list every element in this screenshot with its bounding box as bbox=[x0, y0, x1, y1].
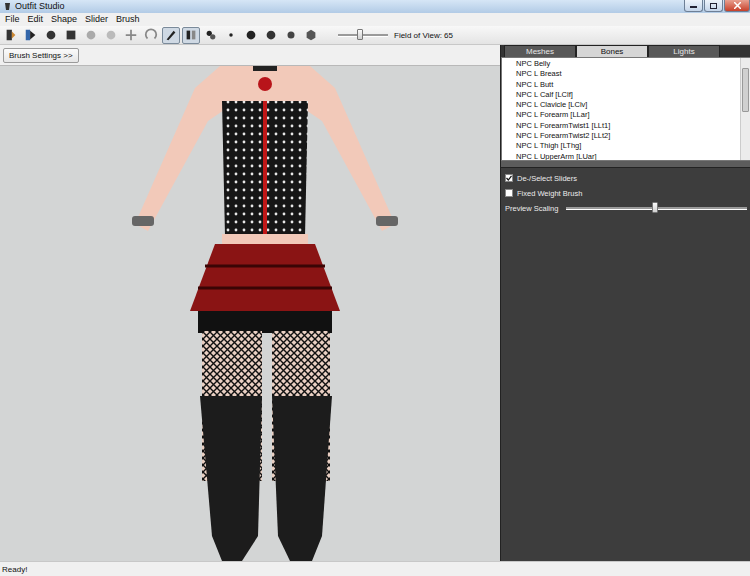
tool-button[interactable] bbox=[182, 27, 200, 44]
bone-item[interactable]: NPC L Thigh [LThg] bbox=[516, 141, 740, 151]
menu-item[interactable]: Shape bbox=[47, 13, 81, 26]
tool-button[interactable] bbox=[262, 27, 280, 44]
checkbox-label: Fixed Weight Brush bbox=[517, 189, 582, 198]
bone-item[interactable]: NPC L ForearmTwist1 [LLt1] bbox=[516, 121, 740, 131]
tool-button[interactable] bbox=[42, 27, 60, 44]
tool-button[interactable] bbox=[2, 27, 20, 44]
tool-button[interactable] bbox=[22, 27, 40, 44]
status-bar: Ready! bbox=[0, 561, 750, 576]
tool-icon bbox=[304, 28, 318, 42]
tool-button[interactable] bbox=[122, 27, 140, 44]
toolbar: Field of View: 65 bbox=[0, 26, 750, 45]
status-text: Ready! bbox=[2, 565, 27, 574]
tool-button[interactable] bbox=[202, 27, 220, 44]
preview-scaling-slider[interactable] bbox=[566, 207, 747, 210]
menu-bar: FileEditShapeSliderBrush bbox=[0, 13, 750, 26]
editor-area: Brush Settings >> bbox=[0, 45, 500, 561]
tab[interactable]: Meshes bbox=[504, 45, 576, 57]
slider-thumb[interactable] bbox=[652, 202, 658, 213]
menu-item[interactable]: Slider bbox=[81, 13, 112, 26]
menu-item[interactable]: Brush bbox=[112, 13, 144, 26]
tool-icon bbox=[84, 28, 98, 42]
slider-label: Preview Scaling bbox=[505, 204, 558, 213]
bone-item[interactable]: NPC L Breast bbox=[516, 69, 740, 79]
bone-item[interactable]: NPC L Butt bbox=[516, 80, 740, 90]
checkbox[interactable] bbox=[505, 189, 513, 197]
tool-icon bbox=[224, 28, 238, 42]
slider-row: Preview Scaling bbox=[505, 203, 747, 213]
minimize-button[interactable] bbox=[684, 0, 703, 12]
scrollbar[interactable] bbox=[740, 58, 750, 160]
minimize-icon bbox=[690, 3, 697, 8]
app-window: Outfit StudioFileEditShapeSliderBrush Fie… bbox=[0, 0, 750, 576]
tab[interactable]: Lights bbox=[648, 45, 720, 57]
tool-icon bbox=[44, 28, 58, 42]
tool-icon bbox=[64, 28, 78, 42]
splitter[interactable] bbox=[501, 161, 750, 168]
tool-button[interactable] bbox=[242, 27, 260, 44]
window-controls bbox=[684, 0, 750, 12]
model-preview[interactable] bbox=[0, 66, 500, 561]
title-bar: Outfit Studio bbox=[0, 0, 750, 13]
bone-item[interactable]: NPC L ForearmTwist2 [LLt2] bbox=[516, 131, 740, 141]
bone-list: NPC BellyNPC L BreastNPC L ButtNPC L Cal… bbox=[501, 57, 750, 161]
viewport[interactable] bbox=[0, 65, 500, 561]
maximize-icon bbox=[710, 3, 717, 9]
maximize-button[interactable] bbox=[704, 0, 723, 12]
tool-icon bbox=[264, 28, 278, 42]
bone-item[interactable]: NPC Belly bbox=[516, 59, 740, 69]
close-icon bbox=[734, 2, 741, 9]
tab[interactable]: Bones bbox=[576, 45, 648, 57]
menu-item[interactable]: Edit bbox=[24, 13, 48, 26]
tool-icon bbox=[164, 28, 178, 42]
tool-icon bbox=[124, 28, 138, 42]
tool-button[interactable] bbox=[282, 27, 300, 44]
window-title: Outfit Studio bbox=[15, 0, 681, 13]
tool-icon bbox=[204, 28, 218, 42]
scroll-thumb[interactable] bbox=[742, 68, 749, 112]
fov-control: Field of View: 65 bbox=[338, 31, 453, 40]
tool-button[interactable] bbox=[302, 27, 320, 44]
checkbox-row: De-/Select Sliders bbox=[505, 173, 747, 183]
brush-settings-button[interactable]: Brush Settings >> bbox=[3, 48, 79, 63]
options-panel: De-/Select Sliders Fixed Weight Brush Prev… bbox=[501, 168, 750, 561]
menu-item[interactable]: File bbox=[1, 13, 24, 26]
close-button[interactable] bbox=[724, 0, 750, 12]
bone-item[interactable]: NPC L UpperArm [LUar] bbox=[516, 152, 740, 160]
brush-bar: Brush Settings >> bbox=[0, 45, 500, 65]
tool-icon bbox=[4, 28, 18, 42]
tool-icon bbox=[144, 28, 158, 42]
tool-icon bbox=[104, 28, 118, 42]
tool-icon bbox=[24, 28, 38, 42]
tool-button[interactable] bbox=[82, 27, 100, 44]
tool-button[interactable] bbox=[62, 27, 80, 44]
fov-slider[interactable] bbox=[338, 34, 388, 37]
app-icon bbox=[3, 2, 12, 11]
tool-icon bbox=[244, 28, 258, 42]
tool-button[interactable] bbox=[142, 27, 160, 44]
checkbox[interactable] bbox=[505, 174, 513, 182]
checkbox-label: De-/Select Sliders bbox=[517, 174, 577, 183]
slider-thumb[interactable] bbox=[357, 29, 363, 40]
checkbox-row: Fixed Weight Brush bbox=[505, 188, 747, 198]
side-panel: MeshesBonesLightsNPC BellyNPC L BreastNP… bbox=[500, 45, 750, 561]
fov-label: Field of View: 65 bbox=[394, 31, 453, 40]
bone-item[interactable]: NPC L Calf [LClf] bbox=[516, 90, 740, 100]
tab-row: MeshesBonesLights bbox=[501, 45, 750, 57]
tool-button[interactable] bbox=[222, 27, 240, 44]
tool-icon bbox=[184, 28, 198, 42]
bone-item[interactable]: NPC L Clavicle [LClv] bbox=[516, 100, 740, 110]
tool-button[interactable] bbox=[162, 27, 180, 44]
bone-item[interactable]: NPC L Forearm [LLar] bbox=[516, 110, 740, 120]
tool-icon bbox=[284, 28, 298, 42]
tool-button[interactable] bbox=[102, 27, 120, 44]
check-icon bbox=[506, 175, 512, 181]
